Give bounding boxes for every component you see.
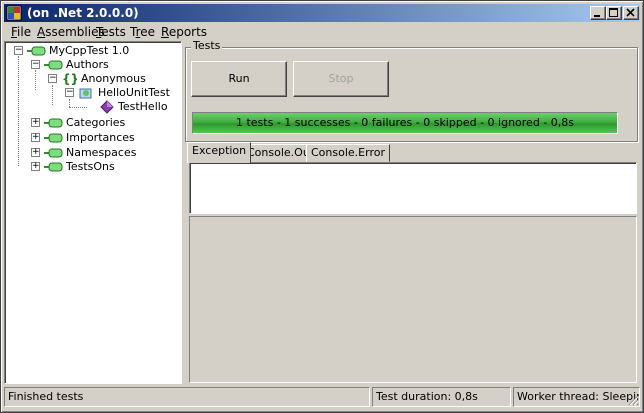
tree-line [18, 56, 19, 166]
fixture-icon [79, 88, 92, 99]
stop-button[interactable]: Stop [293, 61, 389, 97]
test-progress-bar: 1 tests - 1 successes - 0 failures - 0 s… [192, 112, 618, 134]
exception-output[interactable] [189, 162, 637, 214]
tree-label: TestHello [118, 100, 168, 113]
collapse-icon[interactable]: − [65, 88, 74, 97]
tree-line [69, 107, 87, 108]
tree-node-categories[interactable]: + Categories [26, 116, 176, 130]
tree-line [69, 99, 70, 107]
menu-bar: File Assemblies Tests Tree Reports [4, 23, 640, 40]
category-icon [44, 118, 63, 128]
tree-node-anonymous[interactable]: − {} Anonymous [43, 72, 179, 86]
run-button[interactable]: Run [191, 61, 287, 97]
test-method-icon [100, 100, 114, 114]
category-icon [44, 133, 63, 143]
app-icon [6, 5, 22, 21]
menu-file[interactable]: File [9, 24, 33, 40]
assembly-icon [27, 46, 46, 56]
tree-label: TestsOns [66, 160, 115, 173]
tree-node-fixture[interactable]: − HelloUnitTest [60, 86, 180, 100]
expand-icon[interactable]: + [31, 133, 40, 142]
tree-label: Authors [66, 58, 109, 71]
expand-icon[interactable]: + [31, 118, 40, 127]
close-button[interactable] [623, 6, 639, 20]
expand-icon[interactable]: + [31, 162, 40, 171]
collapse-icon[interactable]: − [31, 60, 40, 69]
tree-node-testsons[interactable]: + TestsOns [26, 160, 176, 174]
menu-tree[interactable]: Tree [128, 24, 157, 40]
tab-console-error[interactable]: Console.Error [306, 144, 390, 162]
category-icon [44, 162, 63, 172]
namespace-icon: {} [62, 72, 77, 86]
title-bar[interactable]: (on .Net 2.0.0.0) [4, 4, 640, 22]
tree-node-namespaces[interactable]: + Namespaces [26, 146, 176, 160]
maximize-button[interactable] [606, 6, 622, 20]
collapse-icon[interactable]: − [14, 46, 23, 55]
tree-label: Namespaces [66, 146, 137, 159]
tree-line [35, 70, 36, 90]
menu-tests[interactable]: Tests [94, 24, 128, 40]
tree-label: Anonymous [81, 72, 146, 85]
status-message: Finished tests [4, 387, 370, 407]
svg-text:{}: {} [62, 72, 77, 86]
test-tree[interactable]: − MyCppTest 1.0 − Authors − {} Anonymous… [4, 41, 182, 384]
close-icon [626, 8, 635, 17]
resize-grip-icon[interactable] [627, 394, 639, 406]
details-panel [189, 216, 637, 383]
main-window: (on .Net 2.0.0.0) File Assemblies Tests … [0, 0, 644, 413]
menu-reports[interactable]: Reports [159, 24, 209, 40]
tests-groupbox-title: Tests [191, 39, 223, 52]
tree-node-authors[interactable]: − Authors [26, 58, 176, 72]
status-worker: Worker thread: Sleeping [513, 387, 640, 407]
tree-node-test[interactable]: TestHello [89, 100, 179, 114]
maximize-icon [609, 8, 618, 17]
tree-node-root[interactable]: − MyCppTest 1.0 [9, 44, 179, 58]
tree-label: Importances [66, 131, 135, 144]
category-icon [44, 60, 63, 70]
expand-icon[interactable]: + [31, 148, 40, 157]
tree-label: HelloUnitTest [98, 86, 170, 99]
tree-node-importances[interactable]: + Importances [26, 131, 176, 145]
collapse-icon[interactable]: − [48, 74, 57, 83]
window-title: (on .Net 2.0.0.0) [27, 6, 139, 20]
tab-exception[interactable]: Exception [187, 142, 252, 163]
status-duration: Test duration: 0,8s [372, 387, 511, 407]
status-bar: Finished tests Test duration: 0,8s Worke… [4, 387, 640, 407]
tree-label: Categories [66, 116, 126, 129]
minimize-icon [594, 15, 600, 17]
minimize-button[interactable] [590, 6, 606, 20]
tree-label: MyCppTest 1.0 [49, 44, 130, 57]
tree-line [52, 85, 53, 105]
category-icon [44, 148, 63, 158]
